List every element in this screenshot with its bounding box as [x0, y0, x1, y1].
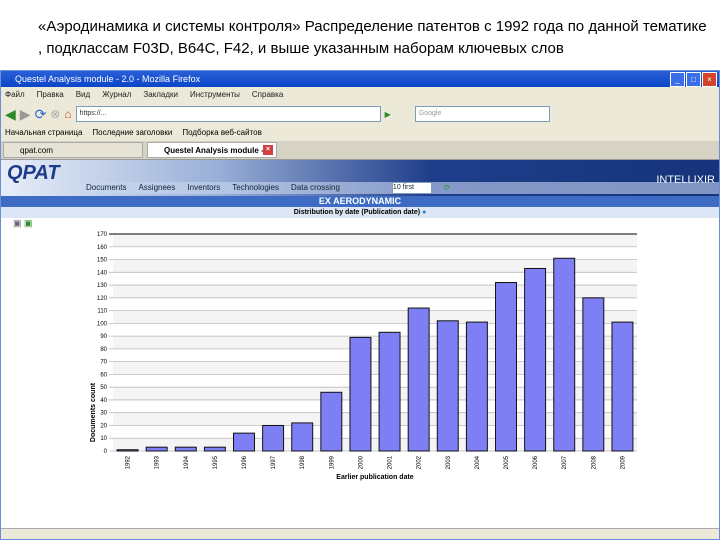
y-tick-label: 160 [97, 245, 108, 251]
y-tick-label: 10 [100, 436, 107, 442]
bar[interactable] [233, 432, 255, 452]
x-tick-label: 1994 [184, 455, 190, 469]
bar[interactable] [436, 320, 459, 452]
bar[interactable] [465, 321, 488, 452]
y-tick-label: 90 [100, 334, 107, 340]
bar[interactable] [291, 422, 314, 452]
x-tick-label: 2002 [417, 455, 423, 469]
y-tick-label: 20 [100, 423, 107, 429]
y-tick-label: 120 [97, 296, 108, 302]
bar[interactable] [407, 307, 430, 452]
x-tick-label: 2007 [562, 455, 568, 469]
bar[interactable] [524, 267, 547, 452]
x-tick-label: 1992 [126, 455, 132, 469]
y-tick-label: 60 [100, 372, 107, 378]
bar[interactable] [378, 331, 401, 452]
x-tick-label: 1998 [300, 455, 306, 469]
x-tick-label: 2006 [533, 455, 539, 469]
bar[interactable] [349, 336, 372, 452]
x-tick-label: 2003 [446, 455, 452, 469]
bar[interactable] [203, 446, 226, 452]
y-tick-label: 40 [100, 398, 107, 404]
bar[interactable] [582, 297, 605, 452]
x-tick-label: 1996 [242, 455, 248, 469]
bar-chart: 0 10 20 30 40 50 60 70 80 90 100 110 120 130 140 150 160… [90, 232, 637, 481]
y-tick-label: 170 [97, 232, 108, 238]
x-tick-label: 1997 [271, 455, 277, 469]
y-tick-label: 70 [100, 360, 107, 366]
y-tick-label: 100 [97, 321, 108, 327]
x-axis-label: Earlier publication date [336, 474, 414, 481]
x-tick-label: 1993 [155, 455, 161, 469]
bar[interactable] [495, 282, 517, 452]
y-tick-label: 110 [97, 309, 107, 315]
x-tick-label: 2009 [620, 455, 626, 469]
y-tick-label: 30 [100, 411, 107, 417]
y-tick-label: 130 [97, 283, 108, 289]
y-tick-label: 80 [100, 347, 107, 353]
bar[interactable] [611, 321, 634, 452]
bar[interactable] [145, 446, 168, 452]
x-tick-label: 2008 [591, 455, 597, 469]
bar[interactable] [553, 257, 576, 452]
y-tick-label: 50 [100, 385, 107, 391]
grid-band [113, 234, 637, 247]
y-tick-label: 140 [97, 270, 108, 276]
bar[interactable] [116, 449, 139, 452]
x-tick-label: 2004 [475, 455, 481, 469]
x-tick-label: 2001 [388, 455, 394, 469]
x-tick-label: 2005 [504, 455, 510, 469]
y-tick-label: 150 [97, 258, 108, 264]
x-tick-label: 1999 [329, 455, 335, 469]
x-tick-label: 1995 [213, 455, 219, 469]
bar[interactable] [174, 446, 197, 452]
y-axis-label: Documents count [90, 382, 97, 442]
bar[interactable] [262, 424, 285, 452]
y-tick-label: 0 [104, 449, 108, 455]
x-tick-label: 2000 [358, 455, 364, 469]
bar[interactable] [320, 391, 343, 452]
